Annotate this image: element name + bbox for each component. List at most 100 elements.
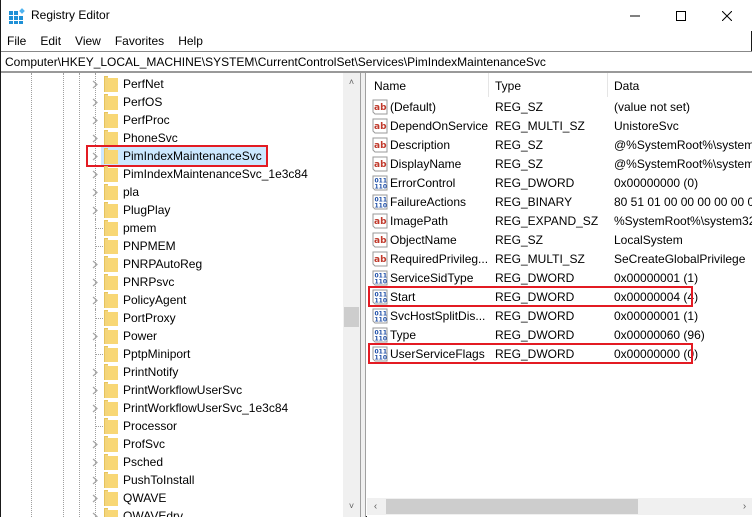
tree-item-label: PptpMiniport: [123, 347, 191, 361]
tree-item[interactable]: Processor: [1, 417, 343, 435]
maximize-button[interactable]: [658, 0, 704, 31]
folder-icon: [104, 310, 118, 326]
expand-chevron-icon[interactable]: [89, 329, 101, 343]
value-row[interactable]: ab ImagePath REG_EXPAND_SZ %SystemRoot%\sys…: [367, 211, 752, 230]
svg-text:110: 110: [375, 184, 388, 191]
expand-chevron-icon[interactable]: [89, 293, 101, 307]
menu-favorites[interactable]: Favorites: [108, 31, 171, 51]
folder-icon: [104, 418, 118, 434]
scroll-down-arrow-icon[interactable]: ˅: [343, 497, 360, 514]
expand-chevron-icon[interactable]: [89, 131, 101, 145]
folder-icon: [104, 490, 118, 506]
tree-item[interactable]: PrintNotify: [1, 363, 343, 381]
expand-chevron-icon[interactable]: [89, 203, 101, 217]
value-row[interactable]: ab Description REG_SZ @%SystemRoot%\system: [367, 135, 752, 154]
tree-item[interactable]: PortProxy: [1, 309, 343, 327]
tree-item[interactable]: PNPMEM: [1, 237, 343, 255]
pane-splitter[interactable]: [360, 73, 366, 517]
tree-item[interactable]: QWAVE: [1, 489, 343, 507]
scroll-right-arrow-icon[interactable]: ›: [736, 498, 752, 515]
annotation-highlight-box: [368, 343, 693, 364]
tree-item[interactable]: ProfSvc: [1, 435, 343, 453]
tree-item[interactable]: PNRPAutoReg: [1, 255, 343, 273]
value-data: 0x00000001 (1): [614, 271, 699, 285]
column-divider[interactable]: [607, 73, 608, 97]
menu-edit[interactable]: Edit: [33, 31, 68, 51]
scroll-up-arrow-icon[interactable]: ˄: [343, 73, 360, 90]
value-type: REG_SZ: [495, 157, 544, 171]
tree-item[interactable]: PptpMiniport: [1, 345, 343, 363]
menu-file[interactable]: File: [1, 31, 33, 51]
values-scroll-thumb[interactable]: [386, 499, 638, 514]
folder-icon: [104, 472, 118, 488]
tree-item[interactable]: PimIndexMaintenanceSvc_1e3c84: [1, 165, 343, 183]
tree-item[interactable]: PolicyAgent: [1, 291, 343, 309]
tree-item-label: QWAVE: [123, 491, 167, 505]
folder-icon: [104, 508, 118, 517]
value-row[interactable]: 011 110 FailureActions REG_BINARY 80 51 01 0…: [367, 192, 752, 211]
binary-value-icon: 011 110: [372, 308, 388, 324]
tree-item-label: PNPMEM: [123, 239, 176, 253]
scroll-left-arrow-icon[interactable]: ‹: [367, 498, 384, 515]
tree-item[interactable]: PrintWorkflowUserSvc_1e3c84: [1, 399, 343, 417]
tree-item[interactable]: QWAVEdrv: [1, 507, 343, 517]
folder-icon: [104, 364, 118, 380]
tree-item[interactable]: PushToInstall: [1, 471, 343, 489]
expand-chevron-icon[interactable]: [89, 275, 101, 289]
expand-chevron-icon[interactable]: [89, 167, 101, 181]
menu-help[interactable]: Help: [171, 31, 210, 51]
tree-item-label: PushToInstall: [123, 473, 195, 487]
expand-chevron-icon[interactable]: [89, 401, 101, 415]
value-row[interactable]: ab ObjectName REG_SZ LocalSystem: [367, 230, 752, 249]
expand-chevron-icon[interactable]: [89, 491, 101, 505]
value-row[interactable]: ab DisplayName REG_SZ @%SystemRoot%\system: [367, 154, 752, 173]
tree-item[interactable]: pla: [1, 183, 343, 201]
value-data: 0x00000000 (0): [614, 176, 699, 190]
value-row[interactable]: 011 110 ServiceSidType REG_DWORD 0x00000001 …: [367, 268, 752, 287]
expand-chevron-icon[interactable]: [89, 185, 101, 199]
expand-chevron-icon[interactable]: [89, 365, 101, 379]
value-row[interactable]: ab DependOnService REG_MULTI_SZ UnistoreSvc: [367, 116, 752, 135]
expand-chevron-icon[interactable]: [89, 455, 101, 469]
column-header-type[interactable]: Type: [495, 79, 521, 93]
values-horizontal-scrollbar[interactable]: ‹ ›: [367, 498, 752, 515]
tree-item[interactable]: PrintWorkflowUserSvc: [1, 381, 343, 399]
tree-item[interactable]: Power: [1, 327, 343, 345]
expand-chevron-icon[interactable]: [89, 383, 101, 397]
expand-chevron-icon[interactable]: [89, 509, 101, 517]
tree-scroll-thumb[interactable]: [344, 307, 359, 327]
address-path[interactable]: Computer\HKEY_LOCAL_MACHINE\SYSTEM\Curre…: [5, 55, 546, 69]
minimize-button[interactable]: [612, 0, 658, 31]
tree-connector-line: [95, 309, 103, 319]
value-row[interactable]: 011 110 Type REG_DWORD 0x00000060 (96): [367, 325, 752, 344]
value-row[interactable]: 011 110 ErrorControl REG_DWORD 0x00000000 (0…: [367, 173, 752, 192]
value-row[interactable]: 011 110 SvcHostSplitDis... REG_DWORD 0x00000…: [367, 306, 752, 325]
expand-chevron-icon[interactable]: [89, 437, 101, 451]
tree-item[interactable]: PerfOS: [1, 93, 343, 111]
value-row[interactable]: ab RequiredPrivileg... REG_MULTI_SZ SeCreat…: [367, 249, 752, 268]
value-name: ObjectName: [390, 233, 457, 247]
value-row[interactable]: ab (Default) REG_SZ (value not set): [367, 97, 752, 116]
tree-item[interactable]: PlugPlay: [1, 201, 343, 219]
tree-item[interactable]: PNRPsvc: [1, 273, 343, 291]
address-bar[interactable]: Computer\HKEY_LOCAL_MACHINE\SYSTEM\Curre…: [1, 51, 752, 73]
expand-chevron-icon[interactable]: [89, 257, 101, 271]
expand-chevron-icon[interactable]: [89, 113, 101, 127]
tree-item[interactable]: PerfProc: [1, 111, 343, 129]
tree-item-label: Psched: [123, 455, 164, 469]
expand-chevron-icon[interactable]: [89, 77, 101, 91]
tree-item-label: PerfOS: [123, 95, 163, 109]
value-type: REG_MULTI_SZ: [495, 252, 585, 266]
expand-chevron-icon[interactable]: [89, 95, 101, 109]
column-header-data[interactable]: Data: [614, 79, 639, 93]
menu-view[interactable]: View: [68, 31, 108, 51]
column-header-name[interactable]: Name: [374, 79, 406, 93]
expand-chevron-icon[interactable]: [89, 473, 101, 487]
tree-item[interactable]: PerfNet: [1, 75, 343, 93]
column-divider[interactable]: [488, 73, 489, 97]
close-button[interactable]: [704, 0, 750, 31]
tree-item[interactable]: pmem: [1, 219, 343, 237]
value-type: REG_DWORD: [495, 309, 575, 323]
tree-vertical-scrollbar[interactable]: ˄ ˅: [343, 73, 360, 517]
tree-item[interactable]: Psched: [1, 453, 343, 471]
